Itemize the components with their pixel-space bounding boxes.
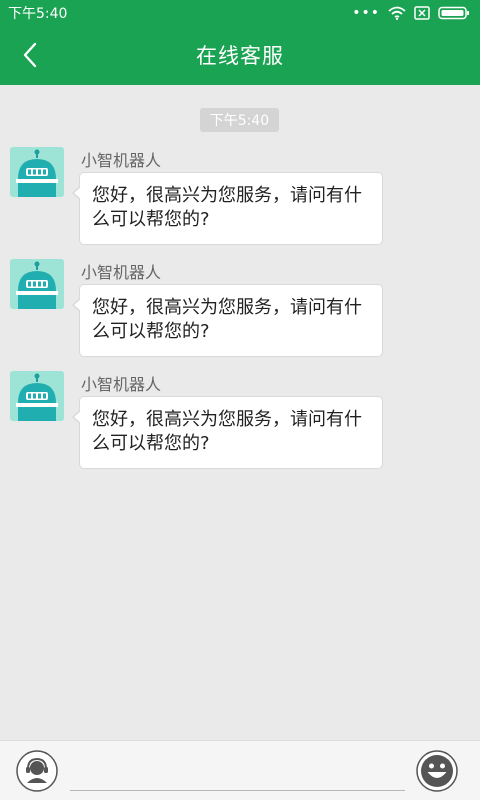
customer-service-button[interactable] <box>16 750 58 792</box>
chat-area[interactable]: 下午5:40 小智机器人 您好，很高兴为您服务，请问有什么可以帮您的? 小智机器… <box>0 85 480 740</box>
robot-icon <box>10 259 64 309</box>
message-input[interactable] <box>70 755 405 791</box>
sim-icon <box>414 5 430 20</box>
page-title: 在线客服 <box>196 44 284 68</box>
sender-name: 小智机器人 <box>81 375 162 394</box>
message-bubble[interactable]: 您好，很高兴为您服务，请问有什么可以帮您的? <box>72 396 383 469</box>
robot-avatar[interactable] <box>10 147 64 197</box>
message-bubble[interactable]: 您好，很高兴为您服务，请问有什么可以帮您的? <box>72 172 383 245</box>
back-chevron-icon <box>23 42 37 68</box>
message-row: 小智机器人 您好，很高兴为您服务，请问有什么可以帮您的? <box>10 147 470 247</box>
robot-avatar[interactable] <box>10 259 64 309</box>
back-button[interactable] <box>14 39 46 71</box>
emoji-icon <box>416 750 458 792</box>
battery-icon <box>438 6 469 19</box>
status-bar: 下午5:40 ••• <box>0 0 480 25</box>
sender-name: 小智机器人 <box>81 263 162 282</box>
message-row: 小智机器人 您好，很高兴为您服务，请问有什么可以帮您的? <box>10 371 470 471</box>
input-bar <box>0 740 480 800</box>
emoji-button[interactable] <box>416 750 458 792</box>
message-row: 小智机器人 您好，很高兴为您服务，请问有什么可以帮您的? <box>10 259 470 359</box>
wifi-icon <box>388 6 406 20</box>
status-icons: ••• <box>352 6 470 20</box>
robot-icon <box>10 147 64 197</box>
chat-time-label: 下午5:40 <box>200 108 279 132</box>
customer-service-icon <box>16 750 58 792</box>
message-bubble[interactable]: 您好，很高兴为您服务，请问有什么可以帮您的? <box>72 284 383 357</box>
more-dots-icon: ••• <box>352 4 380 21</box>
robot-avatar[interactable] <box>10 371 64 421</box>
title-bar: 在线客服 <box>0 25 480 85</box>
status-time: 下午5:40 <box>8 5 68 22</box>
sender-name: 小智机器人 <box>81 151 162 170</box>
robot-icon <box>10 371 64 421</box>
